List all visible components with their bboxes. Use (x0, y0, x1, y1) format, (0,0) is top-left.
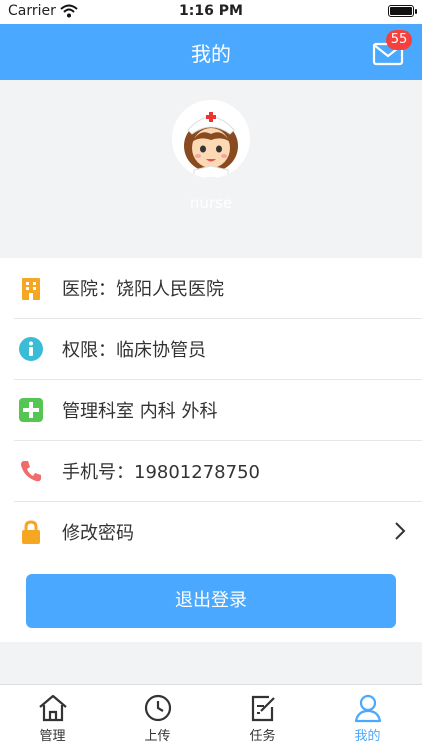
hospital-label: 医院：饶阳人民医院 (62, 279, 224, 300)
nurse-avatar-icon (172, 100, 250, 178)
tab-upload[interactable]: 上传 (105, 685, 210, 751)
avatar[interactable] (172, 100, 250, 178)
phone-label: 手机号：19801278750 (62, 462, 260, 483)
username: nurse (189, 194, 233, 212)
plus-icon (19, 398, 43, 422)
user-icon (354, 694, 381, 723)
tab-mine[interactable]: 我的 (315, 685, 420, 751)
tab-manage[interactable]: 管理 (0, 685, 105, 751)
logout-section: 退出登录 (0, 560, 422, 642)
tab-tasks-label: 任务 (249, 729, 276, 744)
role-label: 权限：临床协管员 (62, 340, 206, 361)
hospital-row: 医院：饶阳人民医院 (14, 258, 422, 319)
tab-mine-label: 我的 (354, 729, 381, 744)
tab-tasks[interactable]: 任务 (210, 685, 315, 751)
change-password-row[interactable]: 修改密码 (14, 502, 422, 562)
profile-section: nurse (0, 80, 422, 256)
lock-icon (22, 520, 40, 544)
info-icon (19, 337, 43, 361)
info-list: 医院：饶阳人民医院 权限：临床协管员 管理科室 内科 外科 手机号：198012… (0, 258, 422, 562)
role-row: 权限：临床协管员 (14, 319, 422, 380)
tab-bar: 管理 上传 任务 我的 (0, 684, 422, 751)
battery-icon (388, 5, 417, 17)
tab-upload-label: 上传 (144, 729, 171, 744)
edit-icon (251, 695, 275, 722)
page-title: 我的 (191, 42, 231, 66)
change-password-label: 修改密码 (62, 523, 134, 544)
department-label: 管理科室 内科 外科 (62, 401, 218, 422)
nav-bar: 我的 55 (0, 24, 422, 80)
status-bar: Carrier 1:16 PM (0, 0, 422, 24)
chevron-right-icon (395, 522, 406, 540)
tab-manage-label: 管理 (39, 729, 66, 744)
unread-badge: 55 (386, 30, 412, 50)
clock-icon (144, 694, 171, 722)
department-row: 管理科室 内科 外科 (14, 380, 422, 441)
logout-button[interactable]: 退出登录 (26, 574, 396, 628)
home-icon (38, 694, 67, 722)
status-time: 1:16 PM (179, 3, 243, 19)
phone-row: 手机号：19801278750 (14, 441, 422, 502)
hospital-building-icon (22, 278, 40, 300)
phone-icon (21, 461, 41, 482)
